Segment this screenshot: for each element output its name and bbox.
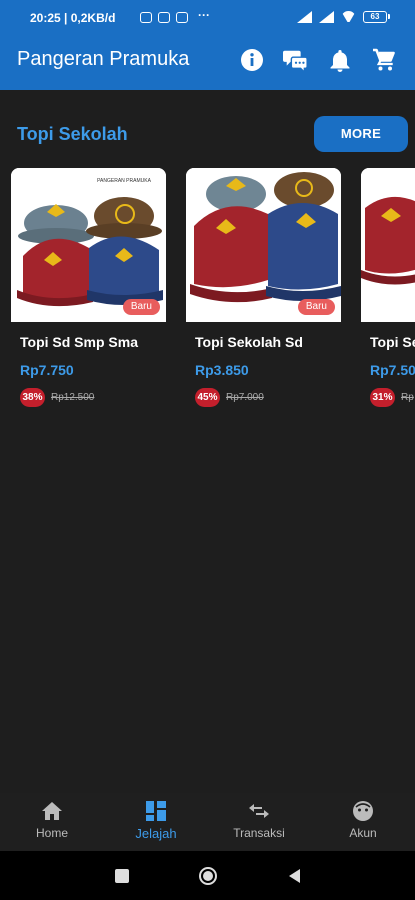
grid-icon [111,799,201,823]
app-bar: Pangeran Pramuka [0,36,415,90]
discount-badge: 38% [20,388,45,407]
more-button[interactable]: MORE [314,116,408,152]
product-name: Topi Se [370,334,415,350]
nav-label-transaksi: Transaksi [233,826,285,840]
section-title: Topi Sekolah [17,124,128,144]
system-navigation-bar [0,851,415,900]
product-price: Rp7.750 [20,362,74,378]
product-price: Rp3.850 [195,362,249,378]
nav-item-akun[interactable]: Akun [318,799,408,840]
nav-label-akun: Akun [349,826,377,840]
signal-icon [319,10,334,23]
section-header: Topi Sekolah MORE [0,90,415,168]
home-button[interactable] [198,866,218,891]
brand-watermark: PANGERAN PRAMUKA [97,178,151,184]
notification-icon [176,12,188,23]
original-price: Rp7.000 [226,392,264,403]
status-bar: 20:25 | 0,2KB/d ··· 63 [0,0,415,36]
product-name: Topi Sekolah Sd [195,334,303,350]
signal-icon [297,10,312,23]
home-icon [7,799,97,823]
original-price: Rp12.500 [51,392,95,403]
bell-icon[interactable] [327,47,353,73]
swap-icon [214,799,304,823]
chat-icon[interactable] [283,47,309,73]
app-title: Pangeran Pramuka [17,48,190,70]
nav-item-jelajah[interactable]: Jelajah [111,799,201,841]
discount-badge: 31% [370,388,395,407]
product-image [361,168,415,322]
bottom-navigation: Home Jelajah Transaksi Akun [0,793,415,851]
product-card[interactable]: Topi Se Rp7.50 31% Rp [361,168,415,454]
product-card[interactable]: PANGERAN PRAMUKA Baru Topi Sd Smp Sma Rp… [11,168,166,454]
new-badge: Baru [297,299,335,315]
back-button[interactable] [287,868,301,889]
wifi-icon [341,11,356,22]
face-icon [318,799,408,823]
product-name: Topi Sd Smp Sma [20,334,138,350]
original-price: Rp [401,392,414,403]
notification-icon [158,12,170,23]
info-icon[interactable] [239,47,265,73]
new-badge: Baru [122,299,160,315]
discount-badge: 45% [195,388,220,407]
nav-item-home[interactable]: Home [7,799,97,840]
product-carousel[interactable]: PANGERAN PRAMUKA Baru Topi Sd Smp Sma Rp… [0,168,415,468]
cart-icon[interactable] [371,47,397,73]
product-card[interactable]: Baru Topi Sekolah Sd Rp3.850 45% Rp7.000 [186,168,341,454]
battery-icon: 63 [363,10,390,23]
status-time: 20:25 | 0,2KB/d [30,11,116,25]
nav-item-transaksi[interactable]: Transaksi [214,799,304,840]
product-price: Rp7.50 [370,362,415,378]
notification-icon [140,12,152,23]
nav-label-jelajah: Jelajah [135,826,177,841]
recents-button[interactable] [115,869,129,888]
nav-label-home: Home [35,826,68,840]
more-notifications: ··· [198,8,210,22]
